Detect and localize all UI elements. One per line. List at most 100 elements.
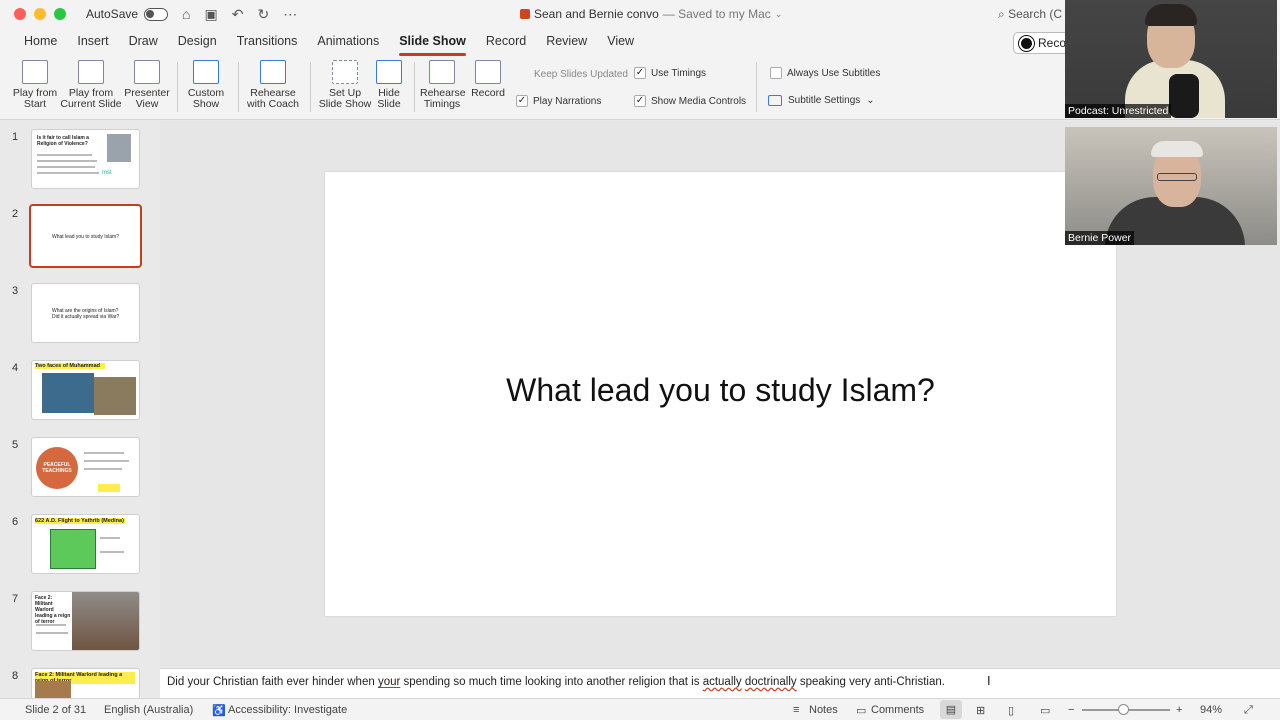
record-slideshow-icon bbox=[475, 60, 501, 84]
video-label-bernie: Bernie Power bbox=[1065, 231, 1135, 245]
speaker-notes[interactable]: Did your Christian faith ever hinder whe… bbox=[160, 668, 1280, 698]
tab-view[interactable]: View bbox=[597, 28, 644, 56]
thumb-text-line bbox=[36, 624, 66, 626]
play-from-start-button[interactable]: Play from Start bbox=[12, 60, 58, 110]
search-icon: ⌕ bbox=[998, 7, 1005, 21]
comments-toggle[interactable]: Comments bbox=[871, 704, 924, 716]
zoom-slider-handle[interactable] bbox=[1118, 704, 1129, 715]
show-media-controls-label: Show Media Controls bbox=[651, 95, 747, 107]
play-slide-icon bbox=[22, 60, 48, 84]
play-from-start-label: Play from Start bbox=[12, 87, 58, 110]
always-use-subtitles-checkbox[interactable]: Always Use Subtitles bbox=[770, 67, 880, 79]
thumb-title: 622 A.D. Flight to Yathrib (Medina) bbox=[35, 518, 125, 524]
text-cursor-icon: I bbox=[987, 673, 991, 688]
slide-thumbnail-6[interactable]: 622 A.D. Flight to Yathrib (Medina) bbox=[31, 514, 140, 574]
play-current-slide-button[interactable]: Play from Current Slide bbox=[60, 60, 122, 110]
keep-slides-updated-label: Keep Slides Updated bbox=[534, 69, 628, 80]
tab-animations[interactable]: Animations bbox=[307, 28, 389, 56]
tab-insert[interactable]: Insert bbox=[67, 28, 118, 56]
normal-view-button[interactable]: ▤ bbox=[940, 700, 962, 719]
notes-spelling-flag: actually bbox=[702, 676, 742, 688]
record-slideshow-button[interactable]: Record bbox=[468, 60, 508, 99]
undo-icon[interactable]: ↶ bbox=[232, 6, 244, 23]
thumb-photo bbox=[107, 134, 131, 162]
tab-draw[interactable]: Draw bbox=[119, 28, 168, 56]
home-icon[interactable]: ⌂ bbox=[182, 6, 190, 23]
slide-thumbnail-5[interactable]: PEACEFUL TEACHINGS bbox=[31, 437, 140, 497]
thumb-text-line bbox=[84, 452, 124, 454]
accessibility-status[interactable]: Accessibility: Investigate bbox=[228, 704, 347, 716]
accessibility-icon: ♿ bbox=[212, 705, 226, 717]
person-hair bbox=[1145, 4, 1197, 26]
more-icon[interactable]: ⋯ bbox=[283, 6, 297, 23]
thumb-photo bbox=[72, 592, 139, 650]
thumb-number: 6 bbox=[12, 516, 19, 528]
slide-thumbnail-3[interactable]: What are the origins of Islam? Did it ac… bbox=[31, 283, 140, 343]
slide-thumbnail-2[interactable]: What lead you to study Islam? bbox=[29, 204, 142, 268]
play-narrations-label: Play Narrations bbox=[533, 95, 602, 107]
tab-design[interactable]: Design bbox=[168, 28, 227, 56]
set-up-slide-show-button[interactable]: Set Up Slide Show bbox=[318, 60, 372, 110]
thumb-text-line bbox=[36, 632, 68, 634]
thumb-number: 3 bbox=[12, 285, 19, 297]
tab-slide-show[interactable]: Slide Show bbox=[389, 28, 476, 56]
notes-toggle[interactable]: Notes bbox=[809, 704, 838, 716]
slide-thumbnail-4[interactable]: Two faces of Muhammad bbox=[31, 360, 140, 420]
current-slide[interactable]: What lead you to study Islam? bbox=[325, 172, 1116, 616]
play-narrations-checkbox[interactable]: Play Narrations bbox=[516, 95, 601, 107]
tab-transitions[interactable]: Transitions bbox=[227, 28, 308, 56]
maximize-window-button[interactable] bbox=[54, 8, 66, 20]
window-controls bbox=[14, 8, 66, 20]
zoom-out-button[interactable]: − bbox=[1068, 704, 1074, 716]
custom-show-button[interactable]: Custom Show bbox=[184, 60, 228, 110]
tab-home[interactable]: Home bbox=[14, 28, 67, 56]
slide-thumbnail-pane[interactable]: 1 Is it fair to call Islam a Religion of… bbox=[0, 121, 160, 698]
thumb-number: 7 bbox=[12, 593, 19, 605]
tab-record[interactable]: Record bbox=[476, 28, 536, 56]
presenter-view-icon bbox=[134, 60, 160, 84]
rehearse-with-coach-button[interactable]: Rehearse with Coach bbox=[246, 60, 300, 110]
fit-to-window-icon[interactable]: ⤢ bbox=[1244, 704, 1253, 717]
redo-icon[interactable]: ↻ bbox=[257, 6, 269, 23]
slide-title[interactable]: What lead you to study Islam? bbox=[325, 372, 1116, 409]
language-indicator[interactable]: English (Australia) bbox=[104, 704, 193, 716]
ribbon-divider bbox=[310, 62, 311, 112]
autosave-label: AutoSave bbox=[86, 7, 139, 21]
save-icon[interactable]: ▣ bbox=[205, 6, 218, 23]
notes-text: Did your Christian faith ever hinder whe… bbox=[167, 676, 378, 688]
slideshow-view-button[interactable]: ▭ bbox=[1040, 704, 1050, 717]
reading-view-button[interactable]: ▯ bbox=[1008, 704, 1014, 717]
presenter-view-button[interactable]: Presenter View bbox=[124, 60, 170, 110]
autosave: AutoSave bbox=[86, 7, 169, 21]
slide-thumbnail-1[interactable]: Is it fair to call Islam a Religion of V… bbox=[31, 129, 140, 189]
subtitle-settings-button[interactable]: Subtitle Settings ⌄ bbox=[768, 95, 875, 106]
custom-show-label: Custom Show bbox=[187, 87, 225, 110]
thumb-title: What lead you to study Islam? bbox=[52, 234, 119, 240]
close-window-button[interactable] bbox=[14, 8, 26, 20]
show-media-controls-checkbox[interactable]: Show Media Controls bbox=[634, 95, 746, 107]
minimize-window-button[interactable] bbox=[34, 8, 46, 20]
search-field[interactable]: ⌕ Search (C bbox=[998, 7, 1062, 22]
autosave-toggle[interactable] bbox=[144, 7, 169, 21]
zoom-level[interactable]: 94% bbox=[1200, 704, 1222, 716]
notes-text: spending so much time looking into anoth… bbox=[400, 676, 703, 688]
thumb-number: 5 bbox=[12, 439, 19, 451]
zoom-in-button[interactable]: + bbox=[1176, 704, 1182, 716]
rehearse-timings-button[interactable]: Rehearse Timings bbox=[420, 60, 466, 110]
thumb-highlight bbox=[98, 484, 120, 492]
microphone bbox=[1169, 74, 1199, 118]
slide-sorter-button[interactable]: ⊞ bbox=[976, 704, 985, 717]
tab-review[interactable]: Review bbox=[536, 28, 597, 56]
use-timings-checkbox[interactable]: Use Timings bbox=[634, 67, 706, 79]
document-title[interactable]: Sean and Bernie convo — Saved to my Mac … bbox=[520, 7, 782, 21]
thumb-logo: mst bbox=[102, 170, 112, 176]
glasses bbox=[1157, 173, 1197, 181]
presenter-view-label: Presenter View bbox=[124, 87, 170, 110]
thumb-block bbox=[42, 373, 94, 413]
slide-thumbnail-8[interactable]: Face 2: Militant Warlord leading a reign… bbox=[31, 668, 140, 698]
play-current-label: Play from Current Slide bbox=[60, 87, 122, 110]
checkbox-unchecked-icon bbox=[770, 67, 782, 79]
rehearse-timings-icon bbox=[429, 60, 455, 84]
slide-thumbnail-7[interactable]: Face 2: Militant Warlord leading a reign… bbox=[31, 591, 140, 651]
hide-slide-button[interactable]: Hide Slide bbox=[372, 60, 406, 110]
